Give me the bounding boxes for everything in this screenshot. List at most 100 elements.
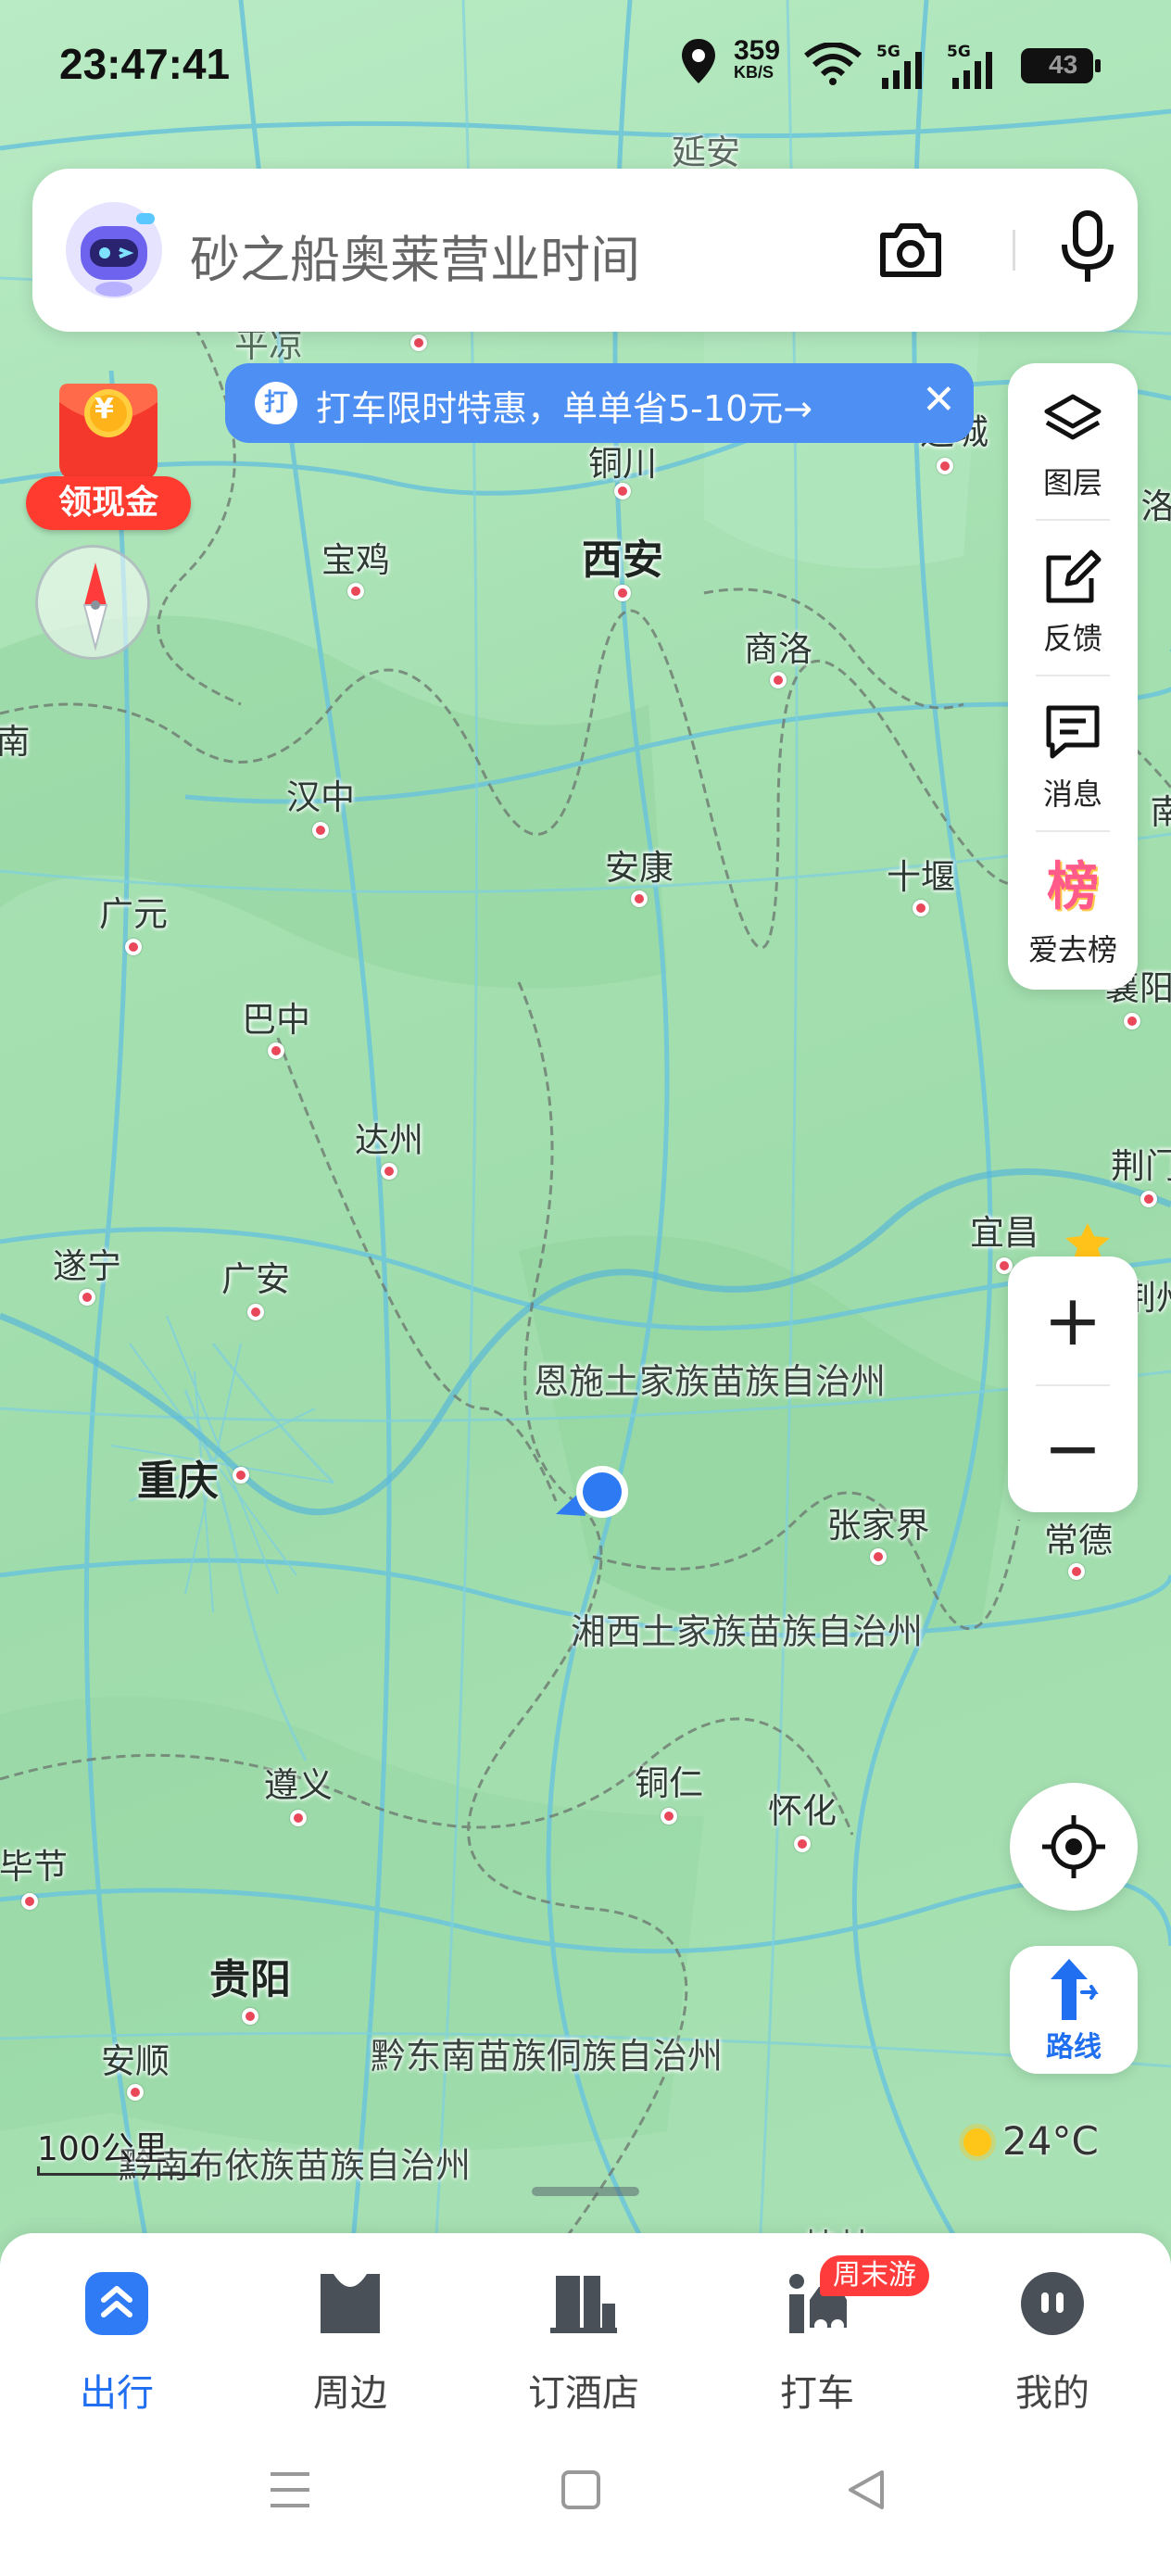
city-dot [347, 583, 364, 600]
search-input[interactable]: 砂之船奥莱营业时间 [190, 219, 640, 292]
weather-widget[interactable]: 24°C [963, 2118, 1099, 2164]
nearby-icon [321, 2274, 380, 2333]
tab-travel[interactable]: 出行 [33, 2268, 200, 2426]
city-label: 广安 [221, 1259, 290, 1299]
layers-label: 图层 [1042, 465, 1102, 500]
city-label: 达州 [355, 1120, 423, 1160]
region-label: 黔东南苗族侗族自治州 [370, 2036, 724, 2077]
locate-me-button[interactable] [1010, 1783, 1138, 1911]
location-icon [682, 39, 715, 83]
city-label: 常德 [1044, 1521, 1113, 1560]
region-label: 恩施土家族苗族自治州 [533, 1361, 887, 1402]
messages-label: 消息 [1042, 777, 1102, 812]
bottom-nav: 出行 周边 订酒店 打车 周末游 我的 [0, 2233, 1171, 2576]
city-label: 张家界 [826, 1506, 930, 1546]
city-label-guiyang[interactable]: 贵阳 [209, 1946, 291, 2005]
cash-reward-label[interactable]: 领现金 [26, 476, 191, 530]
city-dot [1140, 1191, 1157, 1207]
map-terrain [0, 0, 1171, 2252]
map-scale: 100公里 [37, 2122, 200, 2176]
city-dot [312, 822, 329, 839]
compass-icon [82, 562, 108, 651]
city-label: 广元 [99, 894, 168, 934]
close-icon[interactable]: ✕ [922, 376, 956, 423]
zoom-control: + − [1008, 1256, 1138, 1512]
camera-icon[interactable] [875, 215, 946, 285]
zoom-in-button[interactable]: + [1008, 1256, 1138, 1384]
city-label: 荆门 [1111, 1146, 1171, 1186]
taxi-logo-icon: 打 [255, 382, 297, 424]
microphone-icon[interactable] [1059, 209, 1116, 287]
city-label: 怀化 [768, 1791, 837, 1831]
city-label: 洛 [1140, 486, 1171, 526]
city-label: 商洛 [744, 629, 812, 669]
banner-text[interactable]: 打车限时特惠，单单省5-10元→ [316, 380, 812, 431]
battery-icon: 43 [1021, 48, 1101, 83]
city-dot [21, 1893, 38, 1910]
city-label: 铜仁 [635, 1763, 703, 1803]
net-speed-unit: KB/S [734, 63, 774, 82]
layers-button[interactable]: 图层 [1008, 363, 1138, 519]
tab-label: 打车 [780, 2372, 854, 2415]
route-button[interactable]: 路线 [1010, 1946, 1138, 2074]
travel-icon [85, 2272, 148, 2335]
drag-handle[interactable] [532, 2187, 639, 2196]
city-dot [381, 1163, 397, 1180]
scale-label: 100公里 [37, 2130, 168, 2168]
zoom-out-button[interactable]: − [1008, 1384, 1138, 1512]
city-dot [614, 585, 631, 601]
city-dot [937, 458, 953, 474]
tab-label: 订酒店 [528, 2372, 639, 2415]
city-dot [614, 483, 631, 499]
sun-icon [963, 2128, 991, 2156]
city-dot [631, 890, 648, 907]
city-dot [913, 900, 929, 916]
city-dot [1068, 1563, 1085, 1580]
menu-icon[interactable] [267, 2469, 313, 2511]
feedback-button[interactable]: 反馈 [1008, 519, 1138, 675]
current-location-marker[interactable] [552, 1458, 636, 1542]
taxi-promo-banner[interactable]: 打 打车限时特惠，单单省5-10元→ ✕ [225, 363, 974, 443]
city-dot [125, 939, 142, 955]
assistant-avatar[interactable] [64, 200, 164, 300]
city-label: 汉中 [286, 777, 355, 817]
net-speed-value: 359 [734, 35, 781, 66]
home-icon[interactable] [560, 2469, 602, 2511]
city-dot [794, 1836, 811, 1852]
tab-hotel[interactable]: 订酒店 [500, 2268, 667, 2426]
city-dot [268, 1042, 284, 1059]
cash-reward-button[interactable]: ¥ 领现金 [26, 365, 193, 532]
city-dot [127, 2084, 144, 2101]
city-dot [233, 1467, 249, 1484]
feedback-label: 反馈 [1042, 621, 1102, 656]
tab-profile[interactable]: 我的 [969, 2268, 1136, 2426]
signal-bars-icon [882, 52, 922, 89]
city-dot [661, 1808, 677, 1825]
search-bar[interactable]: 砂之船奥莱营业时间 [32, 169, 1138, 332]
ranking-button[interactable]: 榜 爱去榜 [1008, 830, 1138, 986]
profile-icon [1021, 2272, 1084, 2335]
messages-button[interactable]: 消息 [1008, 675, 1138, 830]
compass-button[interactable] [35, 545, 150, 660]
city-label-xian[interactable]: 西安 [582, 526, 663, 586]
back-icon[interactable] [845, 2469, 888, 2511]
city-label: 十堰 [887, 857, 955, 897]
ranking-label: 爱去榜 [1027, 932, 1117, 967]
city-label: 安康 [605, 848, 674, 888]
hotel-icon [550, 2276, 617, 2333]
tab-label: 出行 [80, 2372, 154, 2415]
tab-nearby[interactable]: 周边 [267, 2268, 434, 2426]
status-bar: 23:47:41 359 KB/S 5G 5G 43 [0, 0, 1171, 139]
layers-icon [1044, 394, 1102, 440]
city-label-chongqing[interactable]: 重庆 [137, 1447, 219, 1507]
signal-bars-icon [952, 52, 992, 89]
city-label: 宝鸡 [321, 540, 390, 580]
map-view[interactable]: 延安 平凉 运城 洛 铜川 西安 宝鸡 商洛 南 汉中 安康 十堰 南 广元 襄… [0, 0, 1171, 2252]
city-dot [247, 1304, 264, 1320]
city-label: 铜川 [588, 444, 657, 484]
city-label: 毕节 [0, 1847, 68, 1887]
route-arrow-icon [1051, 1959, 1099, 2020]
yuan-symbol: ¥ [94, 393, 114, 425]
city-dot [79, 1289, 95, 1306]
net-speed: 359 KB/S [734, 35, 781, 82]
